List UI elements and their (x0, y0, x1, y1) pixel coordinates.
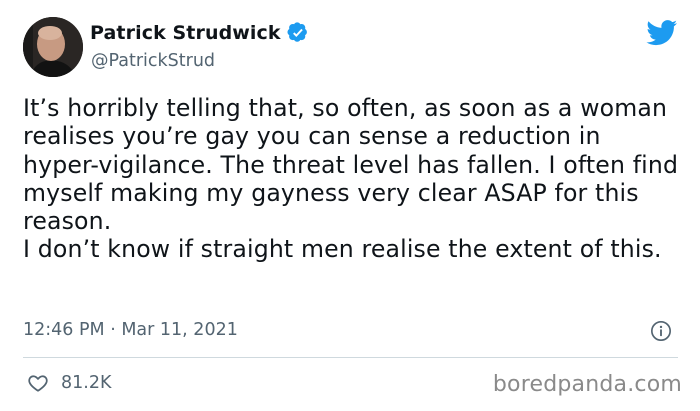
tweet-paragraph: It’s horribly telling that, so often, as… (23, 94, 679, 236)
divider (23, 357, 678, 358)
twitter-bird-icon[interactable] (646, 20, 678, 46)
author-name-row[interactable]: Patrick Strudwick (90, 22, 309, 44)
watermark: boredpanda.com (492, 372, 682, 397)
like-button[interactable]: 81.2K (27, 372, 111, 394)
author-name[interactable]: Patrick Strudwick (90, 22, 281, 44)
tweet-text: It’s horribly telling that, so often, as… (23, 94, 683, 264)
heart-icon[interactable] (27, 372, 49, 394)
avatar-image (23, 17, 83, 77)
tweet-paragraph: I don’t know if straight men realise the… (23, 235, 662, 264)
like-count: 81.2K (61, 373, 112, 393)
avatar[interactable] (23, 17, 83, 77)
tweet-timestamp[interactable]: 12:46 PM · Mar 11, 2021 (23, 320, 238, 340)
author-handle[interactable]: @PatrickStrud (91, 51, 215, 71)
info-icon[interactable] (650, 320, 672, 342)
tweet-card: Patrick Strudwick @PatrickStrud It’s hor… (0, 0, 700, 411)
verified-badge-icon (287, 22, 307, 42)
